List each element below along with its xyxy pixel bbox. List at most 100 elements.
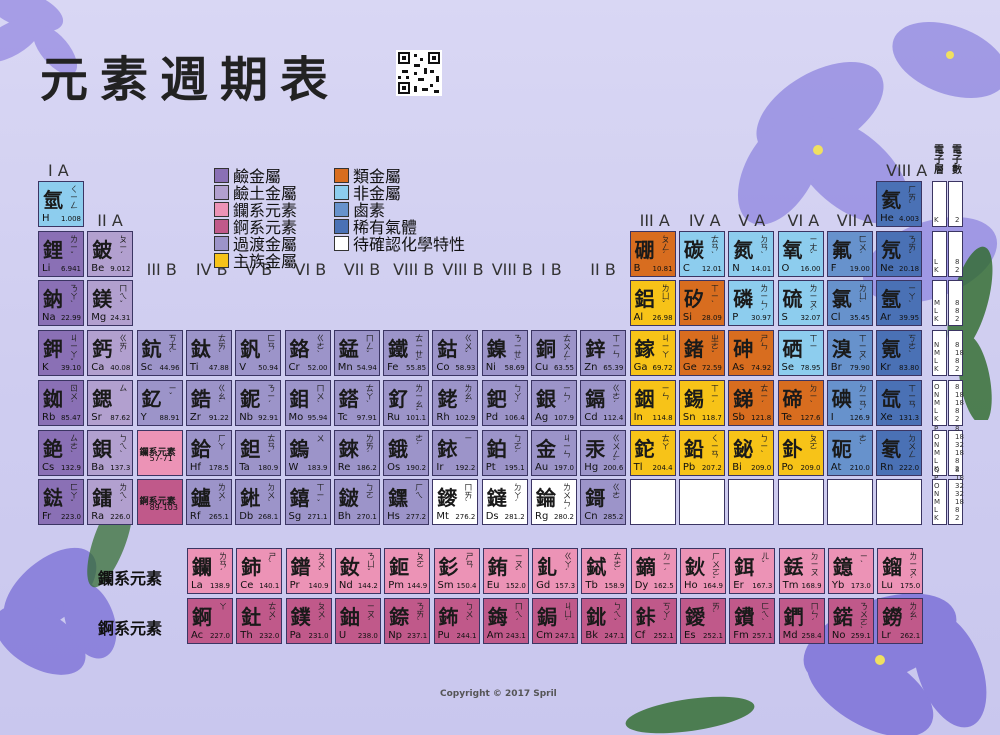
element-cell-pr[interactable]: 鐠ㄆㄨˇ Pr 140.9 [285,548,332,594]
element-cell-db[interactable]: 𨧀 ㄉㄨˋ Db 268.1 [235,479,282,526]
element-cell-ba[interactable]: 鋇ㄅㄟˋ Ba 137.3 [87,429,134,476]
element-cell-tc[interactable]: 鎝ㄊㄚˋ Tc 97.91 [333,379,380,426]
element-cell-ir[interactable]: 銥ㄧ Ir 192.2 [432,429,479,476]
element-cell-v[interactable]: 釩ㄈㄢˊ V 50.94 [235,330,282,377]
element-cell-pt[interactable]: 鉑ㄅㄛˊ Pt 195.1 [481,429,528,476]
element-cell-la[interactable]: 鑭ㄌㄢˊ La 138.9 [187,548,233,594]
element-cell-ti[interactable]: 鈦ㄊㄞˋ Ti 47.88 [185,330,232,377]
element-cell-si[interactable]: 矽ㄒㄧˋ Si 28.09 [678,280,725,327]
element-cell-co[interactable]: 鈷ㄍㄨˇ Co 58.93 [432,330,479,377]
element-cell-tm[interactable]: 銩ㄉㄧㄡ Tm 168.9 [778,548,825,594]
element-cell-mo[interactable]: 鉬ㄇㄨˋ Mo 95.94 [284,379,331,426]
element-cell-sn[interactable]: 錫ㄒㄧˊ Sn 118.7 [678,379,725,426]
element-cell-p[interactable]: 磷ㄌㄧㄣˊ P 30.97 [728,280,775,327]
element-cell-md[interactable]: 鍆ㄇㄣˊ Md 258.4 [778,598,825,644]
element-cell-ni[interactable]: 鎳ㄋㄧㄝˋ Ni 58.69 [481,330,528,377]
element-cell-hg[interactable]: 汞ㄍㄨㄥˇ Hg 200.6 [580,429,627,476]
element-cell-te[interactable]: 碲ㄉㄧˋ Te 127.6 [777,379,824,426]
element-cell-at[interactable]: 砈ㄜˋ At 210.0 [826,429,873,476]
element-cell-b[interactable]: 硼ㄆㄥˊ B 10.81 [629,230,676,277]
element-cell-rh[interactable]: 銠ㄌㄠˇ Rh 102.9 [432,379,479,426]
element-cell-kr[interactable]: 氪ㄎㄜˋ Kr 83.80 [876,330,923,377]
element-cell-fr[interactable]: 鍅ㄈㄚˇ Fr 223.0 [38,479,84,526]
element-cell-th[interactable]: 釷ㄊㄨˇ Th 232.0 [236,598,283,644]
element-cell-pd[interactable]: 鈀ㄅㄚˇ Pd 106.4 [481,379,528,426]
element-cell-f[interactable]: 氟ㄈㄨˊ F 19.00 [826,230,873,277]
element-cell-tb[interactable]: 鋱ㄊㄜˋ Tb 158.9 [581,548,628,594]
element-cell-pm[interactable]: 鉕ㄆㄛ Pm 144.9 [384,548,431,594]
element-cell-cf[interactable]: 鉲ㄎㄚˇ Cf 252.1 [630,598,677,644]
element-cell-hf[interactable]: 鉿ㄏㄚ Hf 178.5 [185,429,232,476]
element-cell-sr[interactable]: 鍶ㄙ Sr 87.62 [87,379,134,426]
element-cell-mt[interactable]: 䥑ㄇㄞˋ Mt 276.2 [432,479,479,526]
element-cell-ga[interactable]: 鎵ㄐㄧㄚ Ga 69.72 [629,330,676,377]
element-cell-sb[interactable]: 銻ㄊㄧˊ Sb 121.8 [728,379,775,426]
element-cell-fe[interactable]: 鐵ㄊㄧㄝˇ Fe 55.85 [383,330,430,377]
element-cell-bh[interactable]: 𨨏 ㄅㄛ Bh 270.1 [333,479,380,526]
element-cell-ac[interactable]: 錒ㄚ Ac 227.0 [187,598,233,644]
element-cell-y[interactable]: 釔ㄧˇ Y 88.91 [136,379,183,426]
element-cell-s[interactable]: 硫ㄌㄧㄡˊ S 32.07 [777,280,824,327]
element-cell-o[interactable]: 氧ㄧㄤˇ O 16.00 [777,230,824,277]
element-cell-ne[interactable]: 氖ㄋㄞˇ Ne 20.18 [876,230,923,277]
element-cell-ge[interactable]: 鍺ㄓㄜˇ Ge 72.59 [678,330,725,377]
element-cell-cl[interactable]: 氯ㄌㄩˋ Cl 35.45 [826,280,873,327]
element-cell-cd[interactable]: 鎘ㄍㄜˊ Cd 112.4 [580,379,627,426]
element-cell-he[interactable]: 氦ㄏㄞˋ He 4.003 [876,181,923,227]
element-cell-pa[interactable]: 鏷ㄆㄨˊ Pa 231.0 [285,598,332,644]
element-cell-sc[interactable]: 鈧ㄎㄤˋ Sc 44.96 [136,330,183,377]
element-cell-se[interactable]: 硒ㄒㄧ Se 78.95 [777,330,824,377]
element-cell-ta[interactable]: 鉭ㄊㄢˇ Ta 180.9 [235,429,282,476]
element-cell-n[interactable]: 氮ㄉㄢˋ N 14.01 [728,230,775,277]
element-cell-bi[interactable]: 鉍ㄅㄧˋ Bi 209.0 [728,429,775,476]
element-cell-po[interactable]: 釙ㄆㄛ Po 209.0 [777,429,824,476]
element-cell-k[interactable]: 鉀ㄐㄧㄚˇ K 39.10 [38,330,84,377]
element-cell-am[interactable]: 鋂ㄇㄟˊ Am 243.1 [482,598,529,644]
element-cell-tl[interactable]: 鉈ㄊㄚ Tl 204.4 [629,429,676,476]
element-cell-br[interactable]: 溴ㄒㄧㄡˋ Br 79.90 [826,330,873,377]
element-cell-ds[interactable]: 鐽ㄉㄚˊ Ds 281.2 [481,479,528,526]
element-cell-i[interactable]: 碘ㄉㄧㄢˇ I 126.9 [826,379,873,426]
element-cell-cr[interactable]: 鉻ㄍㄜˋ Cr 52.00 [284,330,331,377]
element-cell-be[interactable]: 鈹ㄆㄧˊ Be 9.012 [87,230,134,277]
element-cell-np[interactable]: 錼ㄋㄞˋ Np 237.1 [384,598,431,644]
element-cell-ru[interactable]: 釕ㄌㄧㄠˇ Ru 101.1 [383,379,430,426]
element-cell-h[interactable]: 氫ㄑㄧㄥ H 1.008 [38,181,84,227]
element-cell-au[interactable]: 金ㄐㄧㄣ Au 197.0 [531,429,577,476]
element-cell-lr[interactable]: 鐒ㄌㄠˊ Lr 262.1 [877,598,924,644]
element-cell-rb[interactable]: 銣ㄖㄨˊ Rb 85.47 [38,379,84,426]
element-cell-xe[interactable]: 氙ㄒㄧㄢ Xe 131.3 [876,379,923,426]
element-cell-yb[interactable]: 鐿ㄧˋ Yb 173.0 [827,548,874,594]
element-cell-as[interactable]: 砷ㄕㄣ As 74.92 [728,330,775,377]
element-cell-zn[interactable]: 鋅ㄒㄧㄣ Zn 65.39 [580,330,627,377]
element-cell-rf[interactable]: 鑪ㄌㄨˊ Rf 265.1 [185,479,232,526]
element-cell-ag[interactable]: 銀ㄧㄣˊ Ag 107.9 [531,379,577,426]
element-cell-in[interactable]: 銦ㄧㄣ In 114.8 [629,379,676,426]
element-cell-ho[interactable]: 鈥ㄏㄨㄛˇ Ho 164.9 [680,548,726,594]
element-cell-rn[interactable]: 氡ㄉㄨㄥ Rn 222.0 [876,429,923,476]
element-cell-er[interactable]: 鉺ㄦˇ Er 167.3 [729,548,776,594]
element-cell-dy[interactable]: 鏑ㄉㄧˊ Dy 162.5 [630,548,677,594]
element-cell-os[interactable]: 鋨ㄜˊ Os 190.2 [383,429,430,476]
element-cell-pb[interactable]: 鉛ㄑㄧㄢ Pb 207.2 [678,429,725,476]
element-cell-mg[interactable]: 鎂ㄇㄟˇ Mg 24.31 [87,280,134,327]
element-cell-nb[interactable]: 鈮ㄋㄧˊ Nb 92.91 [235,379,282,426]
element-cell-w[interactable]: 鎢ㄨ W 183.9 [284,429,331,476]
element-cell-cs[interactable]: 銫ㄙㄜˋ Cs 132.9 [38,429,84,476]
element-cell-re[interactable]: 錸ㄌㄞˊ Re 186.2 [333,429,380,476]
element-cell-ca[interactable]: 鈣ㄍㄞˋ Ca 40.08 [87,330,134,377]
element-cell-u[interactable]: 鈾ㄧㄡˊ U 238.0 [334,598,381,644]
element-cell-fm[interactable]: 鐨ㄈㄟˋ Fm 257.1 [729,598,776,644]
element-cell-hs[interactable]: 𨭆 ㄏㄟ Hs 277.2 [383,479,430,526]
element-cell-no[interactable]: 鍩ㄋㄨㄛˋ No 259.1 [827,598,874,644]
element-cell-cu[interactable]: 銅ㄊㄨㄥˊ Cu 63.55 [531,330,577,377]
element-cell-ar[interactable]: 氬ㄧㄚˋ Ar 39.95 [876,280,923,327]
element-cell-nd[interactable]: 釹ㄋㄩˇ Nd 144.2 [334,548,381,594]
element-cell-89-103[interactable]: 錒系元素 89-103 [136,479,183,526]
element-cell-cn[interactable]: 鎶ㄍㄜ Cn 285.2 [580,479,627,526]
element-cell-c[interactable]: 碳ㄊㄢˋ C 12.01 [678,230,725,277]
element-cell-mn[interactable]: 錳ㄇㄥˇ Mn 54.94 [333,330,380,377]
element-cell-ra[interactable]: 鐳ㄌㄟˊ Ra 226.0 [87,479,134,526]
element-cell-na[interactable]: 鈉ㄋㄚˋ Na 22.99 [38,280,84,327]
element-cell-cm[interactable]: 鋦ㄐㄩˊ Cm 247.1 [532,598,579,644]
